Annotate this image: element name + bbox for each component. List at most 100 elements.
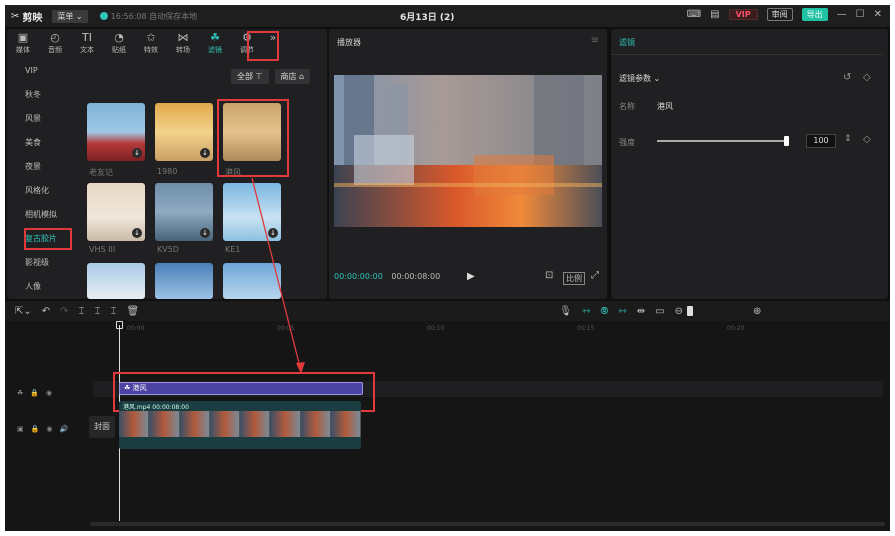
zoom-fit-icon[interactable]: ⊕ (753, 306, 761, 317)
lock-icon[interactable]: 🔒 (30, 389, 39, 397)
app-logo: ✂ 剪映 (11, 10, 43, 24)
trim-right-icon[interactable]: ⌶ (111, 306, 117, 317)
vip-button[interactable]: VIP (728, 9, 758, 20)
redo-icon[interactable]: ↷ (60, 306, 68, 317)
video-clip[interactable]: 港风.mp4 00:00:08:00 (119, 401, 361, 449)
name-value: 港风 (657, 102, 673, 111)
filter-thumb-ke1[interactable]: ↓ (223, 183, 281, 241)
category-vip[interactable]: VIP (7, 59, 77, 83)
player-panel: 播放器 ≡ 00:00:00:00 00:00:08:00 ▶ ⊡ 比例 ⤢ (329, 29, 607, 299)
filter-thumb-vhs[interactable]: ↓ (87, 183, 145, 241)
filter-thumb[interactable] (87, 263, 145, 299)
filter-thumb[interactable] (223, 263, 281, 299)
category-portrait[interactable]: 人像 (7, 275, 77, 299)
filter-actions: 全部 ⊤ 商店 ⌂ (231, 69, 311, 84)
timeline-scrollbar[interactable] (90, 522, 885, 526)
export-button[interactable]: 导出 (801, 8, 828, 21)
eye-icon[interactable]: ◉ (46, 425, 52, 433)
clip-frame (179, 411, 210, 437)
zoom-slider[interactable] (686, 306, 693, 316)
clip-frame (149, 411, 180, 437)
stepper-icon[interactable]: ⇕ (844, 134, 852, 144)
cover-button[interactable]: 封面 (89, 416, 115, 438)
audio-icon: ◴ (50, 31, 60, 44)
filter-thumb-kv5d[interactable]: ↓ (155, 183, 213, 241)
filter-thumb[interactable] (155, 263, 213, 299)
category-cinematic[interactable]: 影视级 (7, 251, 77, 275)
tab-filter[interactable]: ☘ 滤镜 (199, 31, 231, 59)
inspector-panel: 滤镜 滤镜参数 ⌄ ↺ ◇ 名称 港风 强度 100 ⇕ ◇ (611, 29, 888, 299)
name-label: 名称 (619, 102, 635, 111)
tab-audio[interactable]: ◴ 音频 (39, 31, 71, 59)
video-track-icon: ▣ (17, 425, 24, 433)
fit-icon[interactable]: ⊡ (545, 270, 553, 281)
tab-transition[interactable]: ⋈ 转场 (167, 31, 199, 59)
tab-sticker[interactable]: ◔ 贴纸 (103, 31, 135, 59)
review-button[interactable]: 审阅 (766, 8, 793, 21)
minimize-icon[interactable]: — (837, 9, 847, 20)
eye-icon[interactable]: ◉ (46, 389, 52, 397)
menu-button[interactable]: 菜单 ⌄ (52, 9, 88, 23)
category-food[interactable]: 美食 (7, 131, 77, 155)
category-camera[interactable]: 相机模拟 (7, 203, 77, 227)
keyframe-icon[interactable]: ◇ (863, 134, 871, 145)
align-icon[interactable]: ⇹ (637, 306, 645, 317)
download-icon[interactable]: ↓ (132, 228, 142, 238)
tab-text[interactable]: TI 文本 (71, 31, 103, 59)
save-status: 16:56:08 自动保存本地 (99, 11, 197, 22)
inspector-tab-filter[interactable]: 滤镜 (611, 29, 883, 55)
keyframe-icon[interactable]: ◇ (863, 72, 871, 83)
tool-tabs: ▣ 媒体 ◴ 音频 TI 文本 ◔ 贴纸 ✩ 特效 ⋈ 转场 ☘ 滤镜 ⚙ 调节 » (7, 31, 327, 59)
layout-icon[interactable]: ▤ (710, 9, 719, 20)
split-icon[interactable]: ⌶ (79, 306, 85, 317)
play-icon[interactable]: ▶ (467, 271, 475, 282)
strength-input[interactable]: 100 (806, 134, 836, 148)
mute-icon[interactable]: 🔊 (59, 425, 68, 433)
tab-media[interactable]: ▣ 媒体 (7, 31, 39, 59)
filter-thumb-1980[interactable]: ↓ (155, 103, 213, 161)
maximize-icon[interactable]: ☐ (856, 9, 865, 20)
filter-label: 老友记 (89, 168, 113, 177)
category-night[interactable]: 夜景 (7, 155, 77, 179)
undo-icon[interactable]: ↶ (42, 306, 50, 317)
filter-icon: ☘ (210, 31, 220, 44)
category-autumn-winter[interactable]: 秋冬 (7, 83, 77, 107)
delete-icon[interactable]: 🗑 (127, 306, 140, 317)
titlebar: ✂ 剪映 菜单 ⌄ 16:56:08 自动保存本地 6月13日 (2) ⌨ ▤ … (5, 5, 890, 27)
download-icon[interactable]: ↓ (268, 228, 278, 238)
lock-icon[interactable]: 🔒 (31, 425, 40, 433)
filter-label: VHS III (89, 245, 116, 254)
link-icon[interactable]: ⇿ (582, 306, 590, 317)
download-icon[interactable]: ↓ (200, 228, 210, 238)
menu-icon[interactable]: ≡ (591, 35, 599, 46)
tab-effects[interactable]: ✩ 特效 (135, 31, 167, 59)
store-button[interactable]: 商店 ⌂ (274, 69, 311, 84)
preview-icon[interactable]: ▭ (655, 306, 664, 317)
titlebar-actions: ⌨ ▤ VIP 审阅 导出 — ☐ ✕ (687, 8, 882, 21)
category-stylized[interactable]: 风格化 (7, 179, 77, 203)
download-icon[interactable]: ↓ (132, 148, 142, 158)
chain-icon[interactable]: ⇿ (618, 306, 626, 317)
ratio-button[interactable]: 比例 (563, 272, 585, 285)
zoom-out-icon[interactable]: ⊖ (675, 306, 683, 317)
all-filter-button[interactable]: 全部 ⊤ (231, 69, 269, 84)
category-scenery[interactable]: 风景 (7, 107, 77, 131)
total-time: 00:00:08:00 (391, 272, 441, 281)
close-icon[interactable]: ✕ (874, 9, 882, 20)
mic-icon[interactable]: 🎙 (559, 306, 572, 317)
check-icon (99, 12, 108, 20)
fullscreen-icon[interactable]: ⤢ (591, 270, 599, 281)
reset-icon[interactable]: ↺ (843, 72, 851, 83)
magnet-icon[interactable]: ⦾ (600, 306, 608, 317)
clip-frame (240, 411, 271, 437)
download-icon[interactable]: ↓ (200, 148, 210, 158)
strength-slider[interactable] (657, 136, 789, 146)
trim-left-icon[interactable]: ⌶ (95, 306, 101, 317)
slider-handle[interactable] (784, 136, 789, 146)
filter-label: 1980 (157, 167, 178, 176)
logo-icon: ✂ (11, 10, 20, 22)
filter-thumb-friends[interactable]: ↓ (87, 103, 145, 161)
category-highlight (24, 228, 72, 250)
keyboard-icon[interactable]: ⌨ (687, 9, 701, 20)
select-tool-icon[interactable]: ⇱⌄ (15, 306, 32, 317)
